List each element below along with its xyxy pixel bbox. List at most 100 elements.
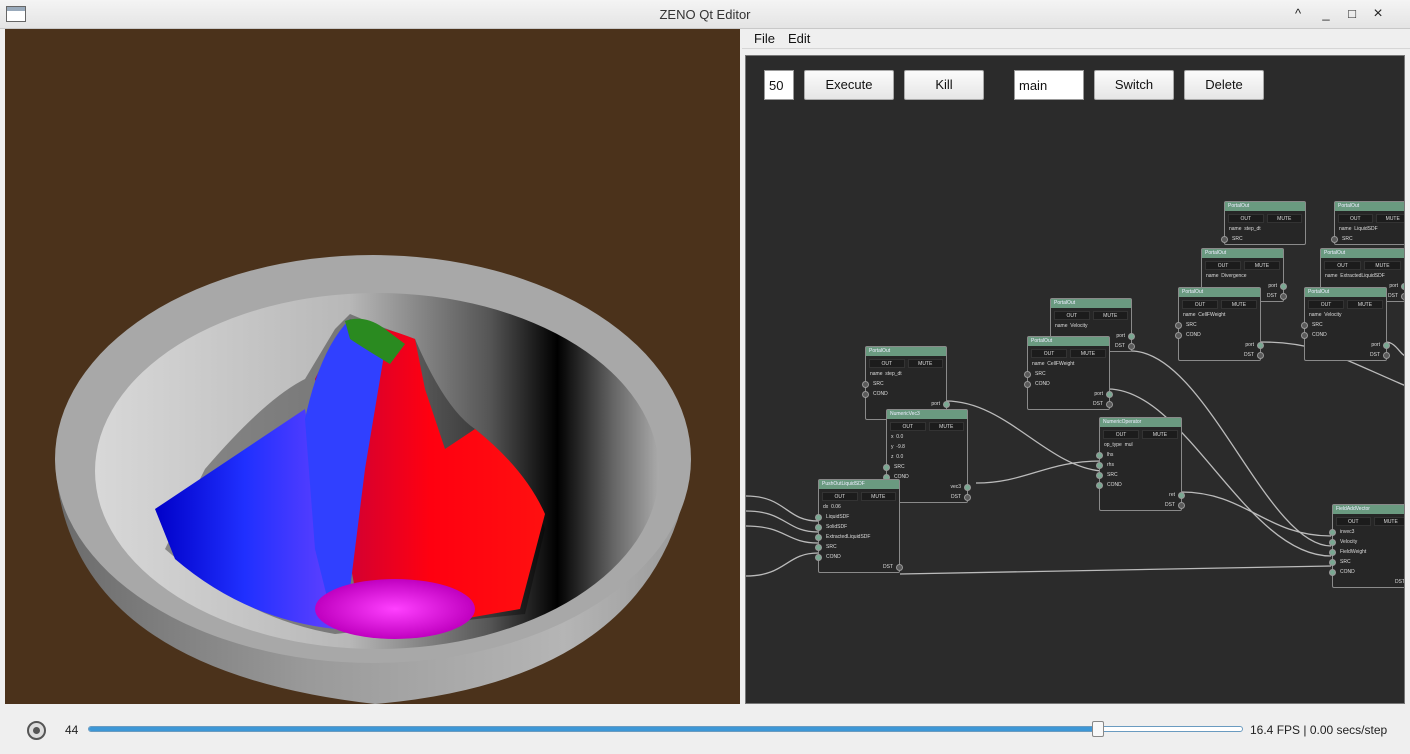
timeline-slider[interactable] <box>88 721 1243 737</box>
frame-count-input[interactable] <box>764 70 794 100</box>
minimize-button[interactable]: _ <box>1318 6 1334 22</box>
socket-icon[interactable] <box>815 523 822 531</box>
out-toggle[interactable]: OUT <box>1054 311 1090 320</box>
socket-icon[interactable] <box>862 390 869 398</box>
socket-icon[interactable] <box>1096 461 1103 469</box>
out-toggle[interactable]: OUT <box>1228 214 1264 223</box>
param-value[interactable]: Velocity <box>1324 312 1341 318</box>
socket-icon[interactable] <box>896 563 903 571</box>
socket-icon[interactable] <box>964 483 971 491</box>
node-param[interactable]: name Velocity <box>1305 310 1386 320</box>
socket-icon[interactable] <box>815 513 822 521</box>
socket-icon[interactable] <box>815 543 822 551</box>
mute-toggle[interactable]: MUTE <box>1142 430 1178 439</box>
param-value[interactable]: 0.0 <box>896 434 903 440</box>
socket-icon[interactable] <box>1096 481 1103 489</box>
node-param[interactable]: name CellFWeight <box>1179 310 1260 320</box>
delete-button[interactable]: Delete <box>1184 70 1264 100</box>
node-portalout[interactable]: PortalOut OUT MUTE name CellFWeight SRC COND p… <box>1024 336 1113 410</box>
socket-icon[interactable] <box>1280 292 1287 300</box>
mute-toggle[interactable]: MUTE <box>907 359 943 368</box>
socket-icon[interactable] <box>1178 491 1185 499</box>
socket-icon[interactable] <box>1401 292 1404 300</box>
mute-toggle[interactable]: MUTE <box>1092 311 1128 320</box>
mute-toggle[interactable]: MUTE <box>928 422 964 431</box>
node-editor-canvas[interactable]: Execute Kill Switch Delete PortalOutOUTM… <box>745 55 1405 704</box>
node-portalout[interactable]: PortalOut OUT MUTE name step_dt SRC <box>1221 201 1306 245</box>
socket-icon[interactable] <box>1329 548 1336 556</box>
param-value[interactable]: mul <box>1125 442 1133 448</box>
socket-icon[interactable] <box>815 553 822 561</box>
out-toggle[interactable]: OUT <box>1182 300 1218 309</box>
node-param[interactable]: name step_dt <box>1225 224 1305 234</box>
param-value[interactable]: ExtractedLiquidSDF <box>1340 273 1384 279</box>
mute-toggle[interactable]: MUTE <box>860 492 896 501</box>
param-value[interactable]: CellFWeight <box>1198 312 1225 318</box>
socket-icon[interactable] <box>1401 282 1404 290</box>
socket-icon[interactable] <box>1331 235 1338 243</box>
socket-icon[interactable] <box>815 533 822 541</box>
node-param[interactable]: name Divergence <box>1202 271 1283 281</box>
menu-edit[interactable]: Edit <box>788 31 810 46</box>
socket-icon[interactable] <box>1106 400 1113 408</box>
param-value[interactable]: Divergence <box>1221 273 1246 279</box>
socket-icon[interactable] <box>1280 282 1287 290</box>
param-value[interactable]: Velocity <box>1070 323 1087 329</box>
socket-icon[interactable] <box>1329 558 1336 566</box>
out-toggle[interactable]: OUT <box>1338 214 1373 223</box>
maximize-button[interactable]: □ <box>1344 6 1360 22</box>
param-value[interactable]: LiquidSDF <box>1354 226 1377 232</box>
out-toggle[interactable]: OUT <box>1308 300 1344 309</box>
out-toggle[interactable]: OUT <box>1031 349 1067 358</box>
socket-icon[interactable] <box>1221 235 1228 243</box>
node-portalout[interactable]: PortalOut OUT MUTE name Velocity SRC COND port… <box>1301 287 1390 361</box>
socket-icon[interactable] <box>1329 538 1336 546</box>
mute-toggle[interactable]: MUTE <box>1373 517 1404 526</box>
socket-icon[interactable] <box>1024 380 1031 388</box>
socket-icon[interactable] <box>1383 351 1390 359</box>
node-param[interactable]: dx 0.06 <box>819 502 899 512</box>
node-param[interactable]: z 0.0 <box>887 452 967 462</box>
param-value[interactable]: CellFWeight <box>1047 361 1074 367</box>
socket-icon[interactable] <box>883 463 890 471</box>
node-param[interactable]: name ExtractedLiquidSDF <box>1321 271 1404 281</box>
mute-toggle[interactable]: MUTE <box>1266 214 1302 223</box>
param-value[interactable]: step_dt <box>885 371 901 377</box>
node-fieldaddvector[interactable]: FieldAddVector OUT MUTE invec3 Velocity Field… <box>1329 504 1404 588</box>
execute-button[interactable]: Execute <box>804 70 894 100</box>
kill-button[interactable]: Kill <box>904 70 984 100</box>
out-toggle[interactable]: OUT <box>1324 261 1361 270</box>
socket-icon[interactable] <box>1301 331 1308 339</box>
socket-icon[interactable] <box>1175 331 1182 339</box>
node-param[interactable]: y -9.8 <box>887 442 967 452</box>
param-value[interactable]: step_dt <box>1244 226 1260 232</box>
3d-viewport[interactable] <box>5 29 740 704</box>
out-toggle[interactable]: OUT <box>890 422 926 431</box>
socket-icon[interactable] <box>1096 451 1103 459</box>
mute-toggle[interactable]: MUTE <box>1221 300 1257 309</box>
timeline-handle[interactable] <box>1091 721 1104 737</box>
socket-icon[interactable] <box>1128 332 1135 340</box>
socket-icon[interactable] <box>1329 528 1336 536</box>
play-button[interactable] <box>27 721 46 740</box>
mute-toggle[interactable]: MUTE <box>1244 261 1280 270</box>
node-param[interactable]: name CellFWeight <box>1028 359 1109 369</box>
socket-icon[interactable] <box>1301 321 1308 329</box>
param-value[interactable]: 0.06 <box>831 504 841 510</box>
mute-toggle[interactable]: MUTE <box>1347 300 1383 309</box>
node-param[interactable]: name Velocity <box>1051 321 1131 331</box>
out-toggle[interactable]: OUT <box>1205 261 1241 270</box>
mute-toggle[interactable]: MUTE <box>1364 261 1401 270</box>
out-toggle[interactable]: OUT <box>822 492 858 501</box>
out-toggle[interactable]: OUT <box>1103 430 1139 439</box>
socket-icon[interactable] <box>943 400 950 408</box>
socket-icon[interactable] <box>1178 501 1185 509</box>
socket-icon[interactable] <box>1096 471 1103 479</box>
socket-icon[interactable] <box>1024 370 1031 378</box>
socket-icon[interactable] <box>1383 341 1390 349</box>
out-toggle[interactable]: OUT <box>1336 517 1371 526</box>
socket-icon[interactable] <box>1257 341 1264 349</box>
node-pushoutliquidsdf[interactable]: PushOutLiquidSDF OUT MUTE dx 0.06 LiquidSDF S… <box>815 479 903 573</box>
mute-toggle[interactable]: MUTE <box>1070 349 1106 358</box>
socket-icon[interactable] <box>1257 351 1264 359</box>
